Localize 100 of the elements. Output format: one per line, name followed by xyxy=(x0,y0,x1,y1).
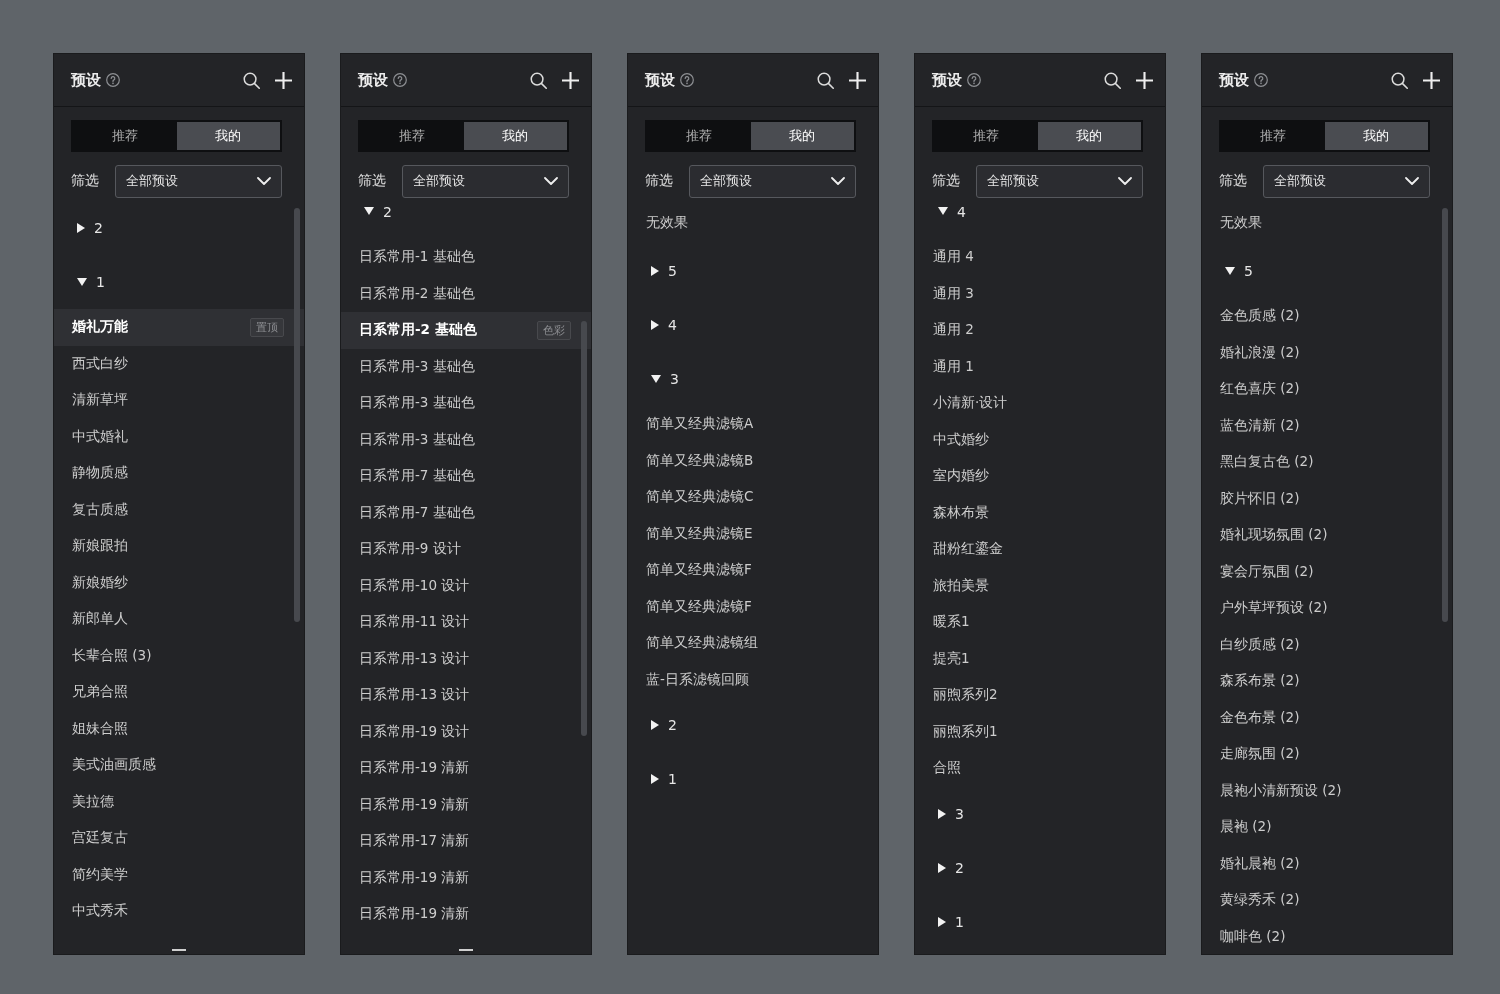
item-tag[interactable]: 色彩 xyxy=(537,320,571,340)
preset-item[interactable]: 甜粉红鎏金 xyxy=(915,531,1165,568)
search-button[interactable] xyxy=(1104,71,1121,89)
preset-item[interactable]: 日系常用-7 基础色 xyxy=(341,494,591,531)
filter-dropdown[interactable]: 全部预设 xyxy=(689,164,856,198)
search-button[interactable] xyxy=(243,71,260,89)
group-header[interactable]: 2 xyxy=(628,698,878,752)
preset-item[interactable]: 日系常用-19 设计 xyxy=(341,713,591,750)
preset-item[interactable]: 日系常用-3 基础色 xyxy=(341,421,591,458)
add-button[interactable] xyxy=(275,71,292,89)
tab[interactable]: 推荐 xyxy=(73,122,177,150)
preset-item[interactable]: 简单又经典滤镜A xyxy=(628,406,878,443)
preset-item[interactable]: 简单又经典滤镜F xyxy=(628,588,878,625)
preset-item[interactable]: 简单又经典滤镜C xyxy=(628,479,878,516)
preset-item[interactable]: 婚礼现场氛围 (2) xyxy=(1202,517,1452,554)
filter-dropdown[interactable]: 全部预设 xyxy=(115,164,282,198)
preset-item[interactable]: 咖啡色 (2) xyxy=(1202,918,1452,954)
preset-item[interactable]: 室内婚纱 xyxy=(915,458,1165,495)
preset-item[interactable]: 复古质感 xyxy=(54,491,304,528)
add-button[interactable] xyxy=(1423,71,1440,89)
add-button[interactable] xyxy=(562,71,579,89)
preset-item[interactable]: 日系常用-17 清新 xyxy=(341,823,591,860)
preset-item[interactable]: 金色质感 (2) xyxy=(1202,298,1452,335)
preset-item[interactable]: 黑白复古色 (2) xyxy=(1202,444,1452,481)
preset-item[interactable]: 日系常用-11 设计 xyxy=(341,604,591,641)
drag-handle[interactable] xyxy=(459,949,473,951)
preset-item[interactable]: 婚礼浪漫 (2) xyxy=(1202,334,1452,371)
help-icon[interactable] xyxy=(1254,73,1268,87)
preset-item[interactable]: 森系布景 (2) xyxy=(1202,663,1452,700)
help-icon[interactable] xyxy=(106,73,120,87)
preset-item[interactable]: 日系常用-19 清新 xyxy=(341,786,591,823)
item-tag[interactable]: 置顶 xyxy=(250,317,284,337)
preset-item[interactable]: 白纱质感 (2) xyxy=(1202,626,1452,663)
preset-item[interactable]: 静物质感 xyxy=(54,455,304,492)
preset-item[interactable]: 日系常用-9 设计 xyxy=(341,531,591,568)
tab[interactable]: 推荐 xyxy=(1221,122,1325,150)
tab[interactable]: 我的 xyxy=(1037,122,1141,150)
preset-item[interactable]: 胶片怀旧 (2) xyxy=(1202,480,1452,517)
add-button[interactable] xyxy=(1136,71,1153,89)
preset-item[interactable]: 通用 4 xyxy=(915,239,1165,276)
preset-item[interactable]: 通用 3 xyxy=(915,275,1165,312)
preset-item[interactable]: 简单又经典滤镜组 xyxy=(628,625,878,662)
preset-item[interactable]: 简单又经典滤镜E xyxy=(628,515,878,552)
preset-item[interactable]: 中式婚纱 xyxy=(915,421,1165,458)
group-header[interactable]: 1 xyxy=(628,752,878,806)
preset-item[interactable]: 长辈合照 (3) xyxy=(54,637,304,674)
tab[interactable]: 我的 xyxy=(1324,122,1428,150)
tab[interactable]: 推荐 xyxy=(647,122,751,150)
preset-item[interactable]: 美式油画质感 xyxy=(54,747,304,784)
help-icon[interactable] xyxy=(967,73,981,87)
filter-dropdown[interactable]: 全部预设 xyxy=(402,164,569,198)
tab[interactable]: 推荐 xyxy=(360,122,464,150)
drag-handle[interactable] xyxy=(172,949,186,951)
preset-item[interactable]: 宫廷复古 xyxy=(54,820,304,857)
preset-item[interactable]: 日系常用-2 基础色 色彩 xyxy=(341,312,591,349)
preset-item[interactable]: 走廊氛围 (2) xyxy=(1202,736,1452,773)
group-header[interactable]: 1 xyxy=(915,894,1165,949)
filter-dropdown[interactable]: 全部预设 xyxy=(976,164,1143,198)
preset-item[interactable]: 婚礼晨袍 (2) xyxy=(1202,845,1452,882)
preset-item[interactable]: 户外草坪预设 (2) xyxy=(1202,590,1452,627)
search-button[interactable] xyxy=(817,71,834,89)
group-header[interactable]: 4 xyxy=(628,298,878,352)
preset-item[interactable]: 日系常用-3 基础色 xyxy=(341,348,591,385)
preset-item[interactable]: 丽煦系列2 xyxy=(915,677,1165,714)
preset-item[interactable]: 森林布景 xyxy=(915,494,1165,531)
group-header[interactable]: 1 xyxy=(54,255,304,309)
preset-item[interactable]: 小清新·设计 xyxy=(915,385,1165,422)
help-icon[interactable] xyxy=(680,73,694,87)
preset-item[interactable]: 日系常用-19 清新 xyxy=(341,859,591,896)
preset-item[interactable]: 新娘婚纱 xyxy=(54,564,304,601)
preset-item[interactable]: 黄绿秀禾 (2) xyxy=(1202,882,1452,919)
group-header[interactable]: 2 xyxy=(54,201,304,255)
preset-item[interactable]: 通用 1 xyxy=(915,348,1165,385)
tab[interactable]: 推荐 xyxy=(934,122,1038,150)
preset-item[interactable]: 简单又经典滤镜F xyxy=(628,552,878,589)
preset-item[interactable]: 中式婚礼 xyxy=(54,418,304,455)
preset-item[interactable]: 简约美学 xyxy=(54,856,304,893)
filter-dropdown[interactable]: 全部预设 xyxy=(1263,164,1430,198)
scrollbar-thumb[interactable] xyxy=(581,321,587,736)
preset-item[interactable]: 日系常用-13 设计 xyxy=(341,677,591,714)
group-header[interactable]: 2 xyxy=(915,840,1165,895)
preset-item[interactable]: 新娘跟拍 xyxy=(54,528,304,565)
preset-item[interactable]: 红色喜庆 (2) xyxy=(1202,371,1452,408)
scrollbar-thumb[interactable] xyxy=(294,208,300,623)
preset-item[interactable]: 金色布景 (2) xyxy=(1202,699,1452,736)
tab[interactable]: 我的 xyxy=(750,122,854,150)
tab[interactable]: 我的 xyxy=(176,122,280,150)
group-header[interactable]: 2 xyxy=(341,201,591,239)
preset-item[interactable]: 日系常用-1 基础色 xyxy=(341,239,591,276)
preset-item[interactable]: 新郎单人 xyxy=(54,601,304,638)
preset-item[interactable]: 清新草坪 xyxy=(54,382,304,419)
preset-item[interactable]: 晨袍 (2) xyxy=(1202,809,1452,846)
preset-item[interactable]: 合照 xyxy=(915,750,1165,787)
group-header[interactable]: 3 xyxy=(628,352,878,406)
add-button[interactable] xyxy=(849,71,866,89)
preset-item[interactable]: 兄弟合照 xyxy=(54,674,304,711)
group-header[interactable]: 5 xyxy=(628,244,878,298)
preset-item[interactable]: 无效果 xyxy=(1202,201,1452,244)
preset-item[interactable]: 丽煦系列1 xyxy=(915,713,1165,750)
preset-item[interactable]: 日系常用-19 清新 xyxy=(341,750,591,787)
